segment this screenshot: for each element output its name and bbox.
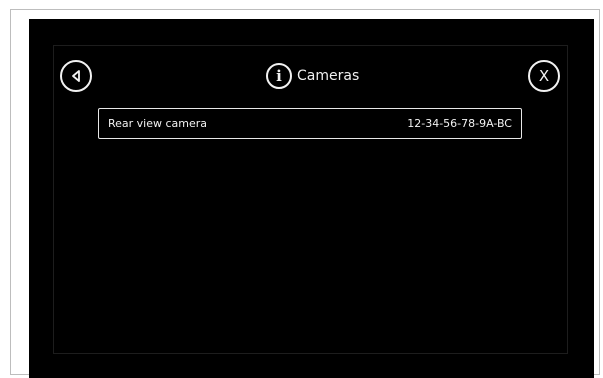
back-button[interactable]	[60, 60, 92, 92]
camera-address: 12-34-56-78-9A-BC	[407, 117, 512, 130]
page-title: Cameras	[297, 68, 360, 84]
page-header: i Cameras	[266, 61, 359, 91]
display-screen: i Cameras X Rear view camera 12-34-56-78…	[29, 19, 594, 378]
camera-name: Rear view camera	[108, 117, 208, 130]
back-arrow-icon	[72, 70, 80, 82]
info-icon[interactable]: i	[266, 63, 292, 89]
close-icon: X	[538, 66, 550, 85]
screen-content-area	[53, 45, 568, 354]
close-button[interactable]: X	[528, 60, 560, 92]
camera-list-item[interactable]: Rear view camera 12-34-56-78-9A-BC	[98, 108, 522, 139]
